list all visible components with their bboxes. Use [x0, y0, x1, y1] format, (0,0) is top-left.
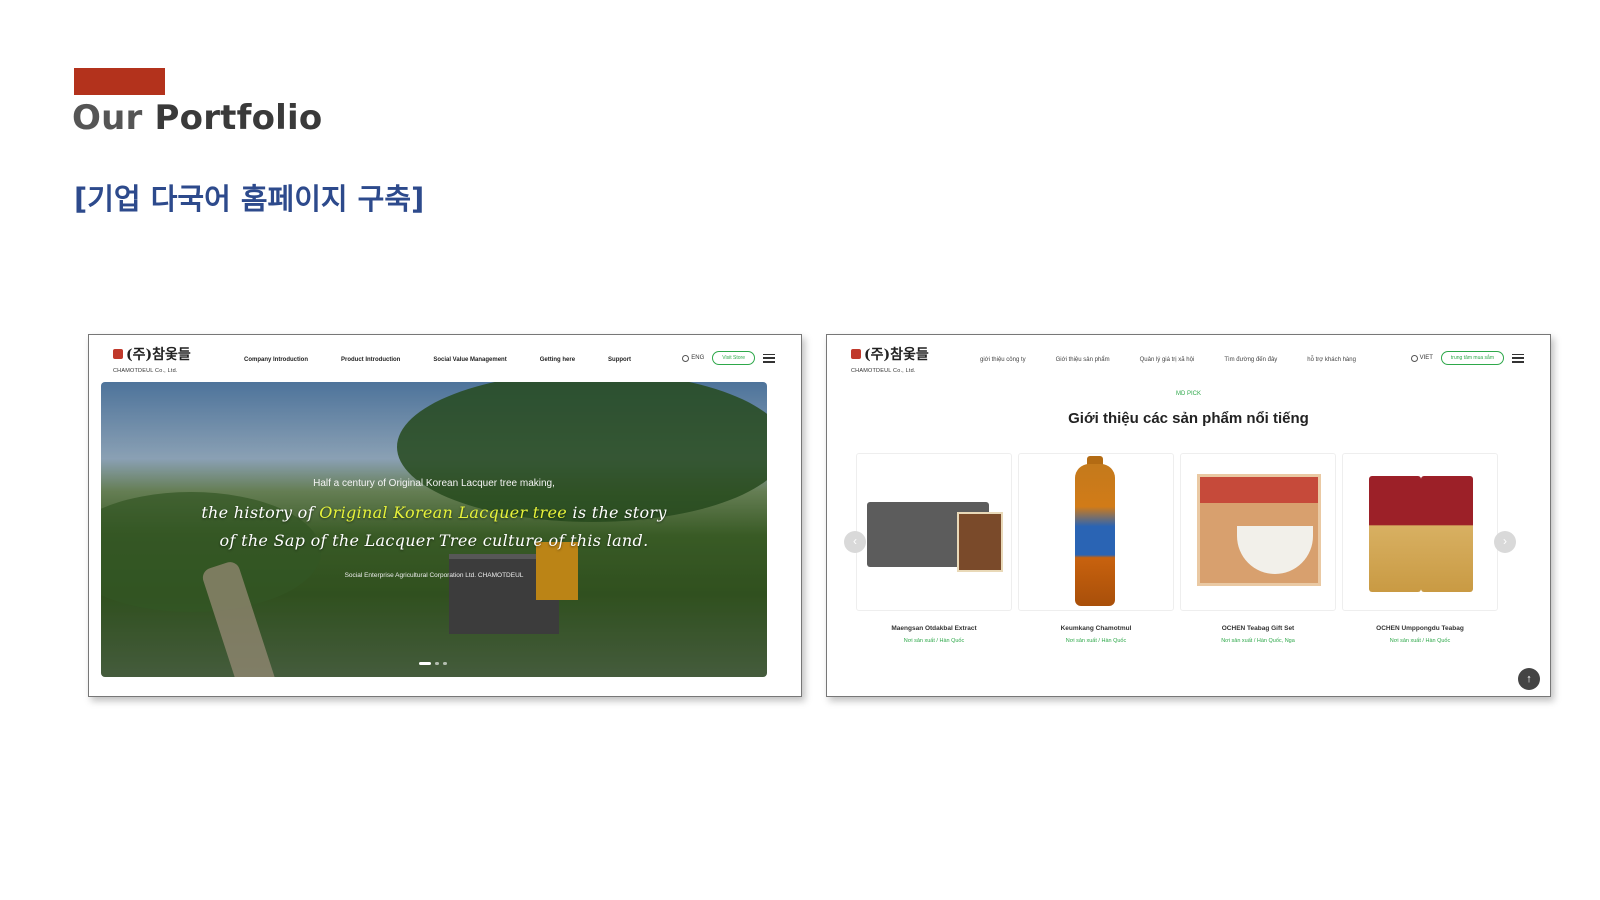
logo-mark: (주)참옻들 — [864, 347, 929, 363]
main-nav: Company Introduction Product Introductio… — [244, 357, 631, 363]
nav-support[interactable]: hỗ trợ khách hàng — [1307, 357, 1356, 363]
logo-company-name: CHAMOTDEUL Co., Ltd. — [851, 368, 916, 374]
language-selector[interactable]: ENG — [682, 354, 705, 362]
hero-intro-text: Half a century of Original Korean Lacque… — [313, 478, 555, 489]
nav-social-value-management[interactable]: Quản lý giá trị xã hội — [1140, 357, 1195, 363]
nav-getting-here[interactable]: Getting here — [540, 357, 575, 363]
product-name[interactable]: OCHEN Teabag Gift Set — [1180, 625, 1336, 632]
vietnamese-site-screenshot: (주)참옻들 CHAMOTDEUL Co., Ltd. giới thiệu c… — [826, 334, 1551, 697]
language-selector[interactable]: VIET — [1410, 354, 1433, 362]
product-origin: Nơi sản xuất / Hàn Quốc, Nga — [1221, 638, 1295, 644]
product-name[interactable]: Maengsan Otdakbal Extract — [856, 625, 1012, 632]
product-card[interactable]: OCHEN Umppongdu Teabag Nơi sản xuất / Hà… — [1342, 453, 1498, 644]
visit-store-button[interactable]: Visit Store — [712, 351, 755, 365]
site-logo[interactable]: (주)참옻들 CHAMOTDEUL Co., Ltd. — [851, 344, 929, 374]
logo-seal-icon — [113, 349, 123, 359]
gift-box-band — [1200, 477, 1318, 503]
hero-overlay — [101, 382, 767, 677]
hero-line1-end: is the story — [567, 503, 667, 522]
main-nav: giới thiệu công ty Giới thiệu sản phẩm Q… — [980, 357, 1356, 363]
site-header: (주)참옻들 CHAMOTDEUL Co., Ltd. Company Intr… — [89, 335, 801, 385]
header-actions: ENG Visit Store — [682, 351, 775, 365]
hero-caption: Social Enterprise Agricultural Corporati… — [344, 572, 524, 579]
english-site-screenshot: (주)참옻들 CHAMOTDEUL Co., Ltd. Company Intr… — [88, 334, 802, 697]
globe-icon — [682, 354, 690, 362]
product-image[interactable] — [1180, 453, 1336, 611]
shopping-center-button[interactable]: trung tâm mua sắm — [1440, 351, 1504, 365]
hero-headline-line2: of the Sap of the Lacquer Tree culture o… — [219, 531, 649, 550]
page-subtitle: [기업 다국어 홈페이지 구축] — [74, 182, 425, 216]
hero-line1-highlight: Original Korean Lacquer tree — [319, 503, 568, 522]
language-label: ENG — [691, 355, 705, 361]
nav-product-introduction[interactable]: Giới thiệu sản phẩm — [1056, 357, 1110, 363]
nav-support[interactable]: Support — [608, 357, 631, 363]
nav-company-introduction[interactable]: Company Introduction — [244, 357, 308, 363]
page-title-light: Our — [72, 98, 143, 138]
carousel-next-button[interactable]: › — [1494, 531, 1516, 553]
teabag-pack-shape — [1369, 476, 1421, 592]
product-image[interactable] — [1342, 453, 1498, 611]
md-pick-label: MD PICK — [1175, 391, 1201, 397]
language-label: VIET — [1419, 355, 1433, 361]
hero-banner: Half a century of Original Korean Lacque… — [101, 382, 767, 677]
site-header: (주)참옻들 CHAMOTDEUL Co., Ltd. giới thiệu c… — [827, 335, 1550, 385]
product-name[interactable]: OCHEN Umppongdu Teabag — [1342, 625, 1498, 632]
carousel-dot[interactable] — [443, 662, 447, 665]
carousel-dot[interactable] — [435, 662, 439, 665]
menu-icon[interactable] — [1512, 353, 1524, 363]
page-title: Our Portfolio — [72, 98, 322, 138]
teabag-pack-shape — [1421, 476, 1473, 592]
product-origin: Nơi sản xuất / Hàn Quốc — [1065, 638, 1127, 644]
logo-company-name: CHAMOTDEUL Co., Ltd. — [113, 368, 178, 374]
product-image[interactable] — [1018, 453, 1174, 611]
nav-getting-here[interactable]: Tìm đường đến đây — [1224, 357, 1277, 363]
product-name[interactable]: Keumkang Chamotmul — [1018, 625, 1174, 632]
product-carousel: Maengsan Otdakbal Extract Nơi sản xuất /… — [856, 453, 1498, 644]
carousel-dot-active[interactable] — [419, 662, 431, 665]
logo-mark: (주)참옻들 — [126, 347, 191, 363]
nav-company-introduction[interactable]: giới thiệu công ty — [980, 357, 1026, 363]
logo-seal-icon — [851, 349, 861, 359]
globe-icon — [1410, 354, 1418, 362]
product-pouch-shape — [957, 512, 1003, 572]
scroll-to-top-button[interactable]: ↑ — [1518, 668, 1540, 690]
page-title-bold: Portfolio — [154, 98, 323, 138]
carousel-dots — [419, 662, 447, 665]
nav-product-introduction[interactable]: Product Introduction — [341, 357, 400, 363]
title-accent-bar — [74, 68, 165, 95]
bottle-shape — [1075, 464, 1115, 606]
product-card[interactable]: OCHEN Teabag Gift Set Nơi sản xuất / Hàn… — [1180, 453, 1336, 644]
section-title: Giới thiệu các sản phẩm nổi tiếng — [1068, 410, 1309, 427]
carousel-prev-button[interactable]: ‹ — [844, 531, 866, 553]
product-card[interactable]: Keumkang Chamotmul Nơi sản xuất / Hàn Qu… — [1018, 453, 1174, 644]
product-origin: Nơi sản xuất / Hàn Quốc — [1389, 638, 1451, 644]
site-logo[interactable]: (주)참옻들 CHAMOTDEUL Co., Ltd. — [113, 344, 191, 374]
hero-headline-line1: the history of Original Korean Lacquer t… — [101, 503, 767, 522]
menu-icon[interactable] — [763, 353, 775, 363]
product-origin: Nơi sản xuất / Hàn Quốc — [903, 638, 965, 644]
hero-line1-start: the history of — [201, 503, 320, 522]
header-actions: VIET trung tâm mua sắm — [1410, 351, 1524, 365]
product-image[interactable] — [856, 453, 1012, 611]
nav-social-value-management[interactable]: Social Value Management — [433, 357, 506, 363]
product-card[interactable]: Maengsan Otdakbal Extract Nơi sản xuất /… — [856, 453, 1012, 644]
